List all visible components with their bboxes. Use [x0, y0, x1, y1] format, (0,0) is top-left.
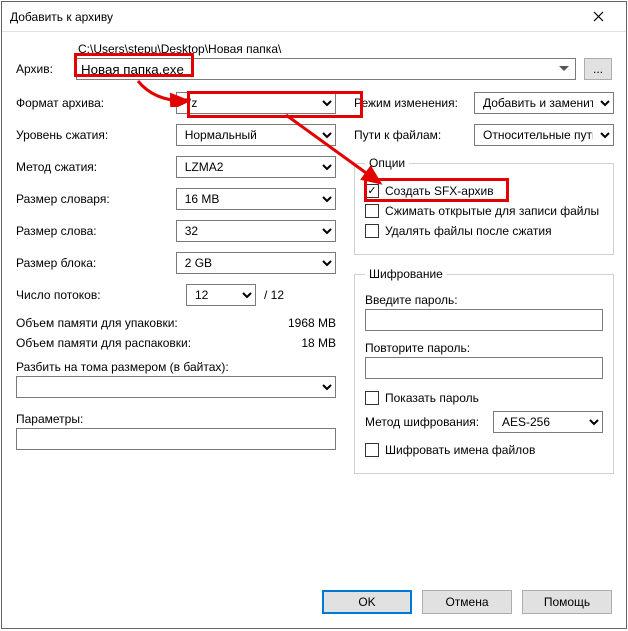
dict-label: Размер словаря:: [16, 192, 176, 206]
split-select[interactable]: [16, 376, 336, 398]
word-label: Размер слова:: [16, 224, 176, 238]
format-label: Формат архива:: [16, 96, 176, 110]
sfx-checkbox-row[interactable]: Создать SFX-архив: [365, 184, 603, 198]
params-input[interactable]: [16, 428, 336, 450]
update-mode-label: Режим изменения:: [354, 96, 474, 110]
password-input[interactable]: [365, 309, 603, 331]
split-label: Разбить на тома размером (в байтах):: [16, 360, 336, 374]
options-group: Опции Создать SFX-архив Сжимать открытые…: [354, 156, 614, 255]
help-button[interactable]: Помощь: [522, 590, 612, 614]
password2-input[interactable]: [365, 357, 603, 379]
paths-label: Пути к файлам:: [354, 128, 474, 142]
shared-checkbox-row[interactable]: Сжимать открытые для записи файлы: [365, 204, 603, 218]
password-label: Введите пароль:: [365, 293, 603, 307]
titlebar: Добавить к архиву: [2, 2, 626, 32]
archive-row: Архив: C:\Users\stepu\Desktop\Новая папк…: [16, 42, 612, 80]
mem-unpack-value: 18 MB: [301, 336, 336, 350]
options-legend: Опции: [365, 156, 409, 170]
archive-path: C:\Users\stepu\Desktop\Новая папка\: [76, 42, 612, 56]
close-icon: [593, 11, 604, 22]
update-mode-select[interactable]: Добавить и заменить: [474, 92, 614, 114]
threads-label: Число потоков:: [16, 288, 186, 302]
delete-checkbox-row[interactable]: Удалять файлы после сжатия: [365, 224, 603, 238]
dialog-content: Архив: C:\Users\stepu\Desktop\Новая папк…: [2, 32, 626, 580]
dialog-footer: OK Отмена Помощь: [2, 580, 626, 628]
shared-label: Сжимать открытые для записи файлы: [385, 204, 599, 218]
show-password-checkbox[interactable]: [365, 391, 379, 405]
threads-select[interactable]: 12: [186, 284, 256, 306]
ok-button[interactable]: OK: [322, 590, 412, 614]
encryption-legend: Шифрование: [365, 267, 447, 281]
block-select[interactable]: 2 GB: [176, 252, 336, 274]
params-label: Параметры:: [16, 412, 336, 426]
level-label: Уровень сжатия:: [16, 128, 176, 142]
level-select[interactable]: Нормальный: [176, 124, 336, 146]
enc-names-row[interactable]: Шифровать имена файлов: [365, 443, 603, 457]
enc-names-label: Шифровать имена файлов: [385, 443, 535, 457]
shared-checkbox[interactable]: [365, 204, 379, 218]
password2-label: Повторите пароль:: [365, 341, 603, 355]
archive-filename-input[interactable]: [76, 58, 576, 80]
left-pane: Формат архива: 7z Уровень сжатия: Нормал…: [16, 92, 336, 474]
cancel-button[interactable]: Отмена: [422, 590, 512, 614]
method-label: Метод сжатия:: [16, 160, 176, 174]
word-select[interactable]: 32: [176, 220, 336, 242]
enc-method-label: Метод шифрования:: [365, 415, 493, 429]
method-select[interactable]: LZMA2: [176, 156, 336, 178]
delete-label: Удалять файлы после сжатия: [385, 224, 552, 238]
ellipsis-icon: ...: [593, 62, 603, 76]
browse-button[interactable]: ...: [584, 58, 612, 80]
paths-select[interactable]: Относительные пути: [474, 124, 614, 146]
encryption-group: Шифрование Введите пароль: Повторите пар…: [354, 267, 614, 474]
format-select[interactable]: 7z: [176, 92, 336, 114]
close-button[interactable]: [578, 3, 618, 31]
dict-select[interactable]: 16 MB: [176, 188, 336, 210]
enc-method-select[interactable]: AES-256: [493, 411, 603, 433]
mem-pack-label: Объем памяти для упаковки:: [16, 316, 178, 330]
right-pane: Режим изменения: Добавить и заменить Пут…: [354, 92, 614, 474]
show-password-row[interactable]: Показать пароль: [365, 391, 603, 405]
block-label: Размер блока:: [16, 256, 176, 270]
delete-checkbox[interactable]: [365, 224, 379, 238]
enc-names-checkbox[interactable]: [365, 443, 379, 457]
sfx-checkbox[interactable]: [365, 184, 379, 198]
mem-unpack-label: Объем памяти для распаковки:: [16, 336, 191, 350]
dialog-window: Добавить к архиву Архив: C:\Users\stepu\…: [1, 1, 627, 629]
archive-label: Архив:: [16, 42, 76, 76]
show-password-label: Показать пароль: [385, 391, 479, 405]
window-title: Добавить к архиву: [10, 10, 578, 24]
sfx-label: Создать SFX-архив: [385, 184, 494, 198]
mem-pack-value: 1968 MB: [288, 316, 336, 330]
threads-total: / 12: [264, 288, 284, 302]
